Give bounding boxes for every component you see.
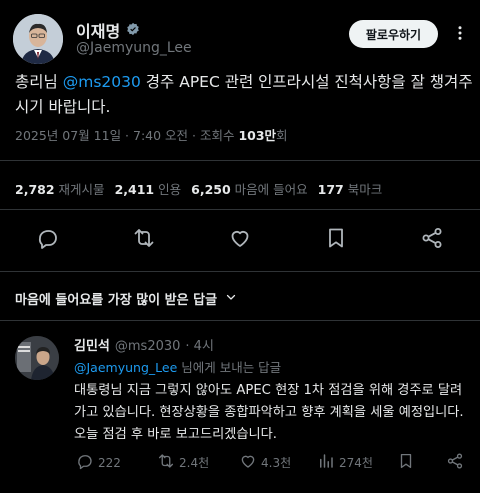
- stat-retweets[interactable]: 2,782 재게시물: [15, 179, 105, 198]
- retweet-icon[interactable]: [131, 225, 157, 251]
- tweet-mention-link[interactable]: @ms2030: [63, 73, 141, 91]
- tweet-action-bar: [0, 225, 480, 255]
- tweet-view-count: 103만: [238, 128, 277, 143]
- reply-action-bar: 222 2.4천 4.3천 274천: [74, 452, 474, 474]
- divider: [0, 160, 480, 161]
- stat-quotes-label: 인용: [158, 182, 182, 197]
- bookmark-icon[interactable]: [397, 452, 415, 470]
- reply-text: 대통령님 지금 그렇지 않아도 APEC 현장 1차 점검을 위해 경주로 달려…: [74, 383, 464, 442]
- stat-quotes-num: 2,411: [114, 182, 155, 197]
- stat-likes[interactable]: 6,250 마음에 들어요: [191, 179, 308, 198]
- stat-bookmarks-label: 북마크: [347, 182, 383, 197]
- profile-name-row: 이재명: [76, 18, 140, 42]
- reply-comment-action[interactable]: 222: [76, 452, 121, 473]
- stat-bookmarks[interactable]: 177 북마크: [318, 179, 383, 198]
- reply-to-suffix: 님에게 보내는 답글: [177, 360, 282, 375]
- reply-to-handle-link[interactable]: @Jaemyung_Lee: [74, 360, 177, 375]
- like-icon: [239, 452, 257, 473]
- reply-header: 김민석 @ms2030 · 4시: [74, 335, 214, 354]
- reply-author-handle[interactable]: @ms2030: [115, 339, 181, 354]
- bookmark-icon[interactable]: [323, 225, 349, 251]
- reply-icon: [76, 452, 94, 473]
- stat-likes-label: 마음에 들어요: [234, 182, 308, 197]
- reply-context: @Jaemyung_Lee 님에게 보내는 답글: [74, 357, 281, 376]
- stat-bookmarks-num: 177: [317, 182, 344, 197]
- reply-like-count: 4.3천: [261, 456, 292, 470]
- tweet-view-suffix: 회: [276, 128, 288, 143]
- share-icon[interactable]: [446, 452, 464, 470]
- like-icon[interactable]: [227, 225, 253, 251]
- stat-retweets-num: 2,782: [15, 182, 55, 197]
- tweet-text-before: 총리님: [15, 73, 63, 91]
- reply-like-action[interactable]: 4.3천: [239, 452, 291, 473]
- reply-author-name[interactable]: 김민석: [74, 335, 110, 354]
- reply-sort-dropdown[interactable]: 마음에 들어요를 가장 많이 받은 답글: [15, 289, 237, 308]
- reply-views-count: 274천: [339, 456, 373, 470]
- divider: [0, 209, 480, 210]
- more-options-icon[interactable]: [449, 22, 471, 44]
- share-icon[interactable]: [419, 225, 445, 251]
- reply-retweet-action[interactable]: 2.4천: [157, 452, 209, 473]
- tweet-meta: 2025년 07월 11일 · 7:40 오전 · 조회수 103만회: [15, 125, 288, 144]
- reply-avatar[interactable]: [15, 336, 59, 380]
- reply-retweet-count: 2.4천: [179, 456, 210, 470]
- reply-sort-label: 마음에 들어요를 가장 많이 받은 답글: [15, 293, 218, 308]
- reply-time[interactable]: · 4시: [185, 335, 214, 354]
- follow-button[interactable]: 팔로우하기: [349, 20, 438, 48]
- reply-views-action[interactable]: 274천: [317, 452, 373, 473]
- profile-avatar[interactable]: [13, 14, 63, 64]
- tweet-stats: 2,782 재게시물 2,411 인용 6,250 마음에 들어요 177 북마크: [15, 179, 382, 198]
- divider: [0, 271, 480, 272]
- stat-retweets-label: 재게시물: [58, 182, 105, 197]
- views-chart-icon: [317, 452, 335, 473]
- retweet-icon: [157, 452, 175, 473]
- verified-badge-icon[interactable]: [126, 21, 140, 40]
- tweet-timestamp[interactable]: 2025년 07월 11일 · 7:40 오전 · 조회수: [15, 128, 238, 143]
- stat-quotes[interactable]: 2,411 인용: [115, 179, 182, 198]
- reply-comment-count: 222: [98, 455, 121, 470]
- tweet-text: 총리님 @ms2030 경주 APEC 관련 인프라시설 진척사항을 잘 챙겨주…: [15, 70, 473, 120]
- profile-handle[interactable]: @Jaemyung_Lee: [76, 40, 192, 56]
- profile-name[interactable]: 이재명: [76, 18, 120, 42]
- reply-icon[interactable]: [35, 225, 61, 251]
- chevron-down-icon: [225, 291, 237, 307]
- stat-likes-num: 6,250: [191, 182, 231, 197]
- divider: [0, 320, 480, 321]
